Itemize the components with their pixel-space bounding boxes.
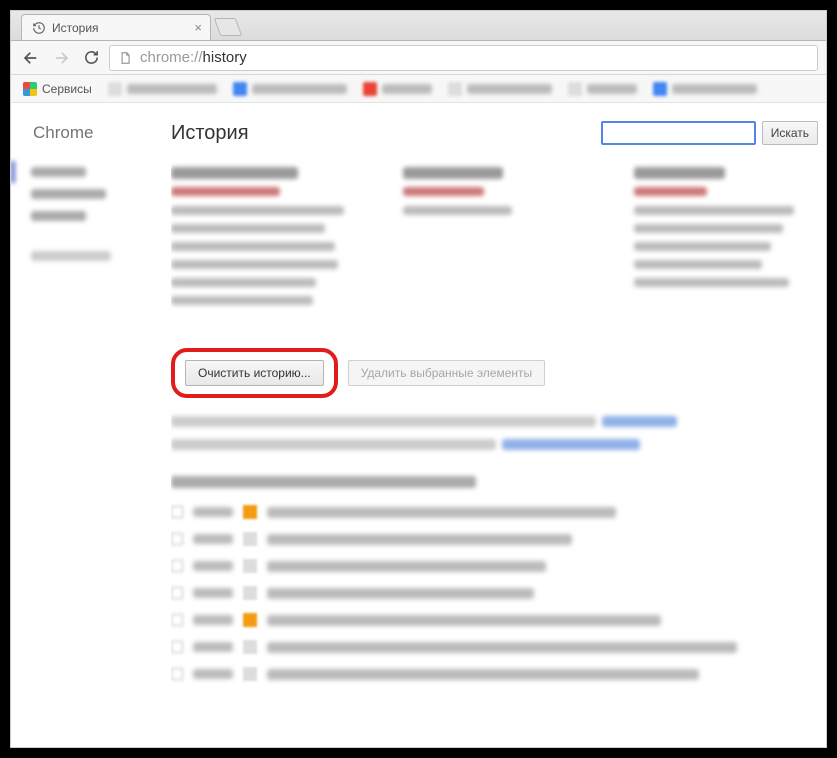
checkbox[interactable] — [171, 533, 183, 545]
history-entry[interactable] — [171, 667, 806, 681]
entry-time — [193, 669, 233, 679]
history-entry[interactable] — [171, 586, 806, 600]
bookmark-item[interactable] — [442, 79, 558, 99]
history-entry[interactable] — [171, 532, 806, 546]
sidebar: Chrome — [11, 103, 171, 747]
favicon — [243, 667, 257, 681]
entry-title — [267, 507, 616, 518]
activity-column — [171, 167, 353, 314]
arrow-left-icon — [22, 49, 40, 67]
bookmark-icon — [233, 82, 247, 96]
checkbox[interactable] — [171, 668, 183, 680]
page-icon — [118, 51, 132, 65]
bookmark-item[interactable] — [647, 79, 763, 99]
address-bar[interactable]: chrome://history — [109, 45, 818, 71]
entry-time — [193, 615, 233, 625]
checkbox[interactable] — [171, 641, 183, 653]
bookmark-item[interactable] — [357, 79, 438, 99]
tab-history[interactable]: История × — [21, 14, 211, 40]
sidebar-item[interactable] — [11, 205, 171, 227]
favicon — [243, 613, 257, 627]
entry-title — [267, 534, 572, 545]
info-text — [171, 416, 826, 450]
history-date-header — [171, 476, 476, 488]
entry-time — [193, 642, 233, 652]
apps-icon — [23, 82, 37, 96]
checkbox[interactable] — [171, 560, 183, 572]
sidebar-item[interactable] — [11, 183, 171, 205]
brand-label: Chrome — [11, 123, 171, 161]
bookmark-item[interactable] — [227, 79, 353, 99]
url-path: history — [203, 49, 247, 66]
history-entry[interactable] — [171, 559, 806, 573]
history-entry[interactable] — [171, 613, 806, 627]
entry-time — [193, 588, 233, 598]
history-list — [171, 476, 826, 681]
browser-window: История × chrome://history Сервисы — [10, 10, 827, 748]
entry-title — [267, 669, 699, 680]
bookmark-icon — [653, 82, 667, 96]
history-icon — [32, 21, 46, 35]
reload-button[interactable] — [79, 46, 103, 70]
tab-title: История — [52, 21, 99, 35]
action-row: Очистить историю... Удалить выбранные эл… — [171, 348, 826, 398]
bookmark-icon — [363, 82, 377, 96]
bookmark-label: Сервисы — [42, 82, 92, 96]
bookmark-services[interactable]: Сервисы — [17, 79, 98, 99]
search-button[interactable]: Искать — [762, 121, 818, 145]
entry-title — [267, 588, 534, 599]
main-panel: История Искать — [171, 103, 826, 747]
favicon — [243, 532, 257, 546]
tab-strip: История × — [11, 11, 826, 41]
checkbox[interactable] — [171, 587, 183, 599]
sidebar-item[interactable] — [11, 245, 171, 267]
entry-time — [193, 561, 233, 571]
forward-button[interactable] — [49, 46, 73, 70]
entry-time — [193, 534, 233, 544]
bookmark-icon — [108, 82, 122, 96]
bookmark-item[interactable] — [102, 79, 223, 99]
bookmark-icon — [568, 82, 582, 96]
entry-title — [267, 615, 661, 626]
back-button[interactable] — [19, 46, 43, 70]
search-input[interactable] — [601, 121, 756, 145]
clear-history-button[interactable]: Очистить историю... — [185, 360, 324, 386]
new-tab-button[interactable] — [214, 18, 243, 36]
entry-title — [267, 561, 546, 572]
highlight-annotation: Очистить историю... — [171, 348, 338, 398]
recent-activity-columns — [171, 167, 826, 314]
history-entry[interactable] — [171, 505, 806, 519]
favicon — [243, 640, 257, 654]
reload-icon — [83, 49, 100, 66]
bookmarks-bar: Сервисы — [11, 75, 826, 103]
arrow-right-icon — [52, 49, 70, 67]
sidebar-item[interactable] — [11, 161, 171, 183]
checkbox[interactable] — [171, 506, 183, 518]
bookmark-item[interactable] — [562, 79, 643, 99]
toolbar: chrome://history — [11, 41, 826, 75]
delete-selected-button[interactable]: Удалить выбранные элементы — [348, 360, 545, 386]
url-scheme: chrome:// — [140, 49, 203, 66]
content-area: Chrome История Искать — [11, 103, 826, 747]
checkbox[interactable] — [171, 614, 183, 626]
tab-close-icon[interactable]: × — [194, 20, 202, 35]
favicon — [243, 559, 257, 573]
activity-column — [634, 167, 816, 314]
entry-time — [193, 507, 233, 517]
bookmark-icon — [448, 82, 462, 96]
header-row: История Искать — [171, 121, 826, 145]
history-entry[interactable] — [171, 640, 806, 654]
favicon — [243, 586, 257, 600]
activity-column — [403, 167, 585, 314]
entry-title — [267, 642, 737, 653]
page-title: История — [171, 122, 601, 145]
favicon — [243, 505, 257, 519]
